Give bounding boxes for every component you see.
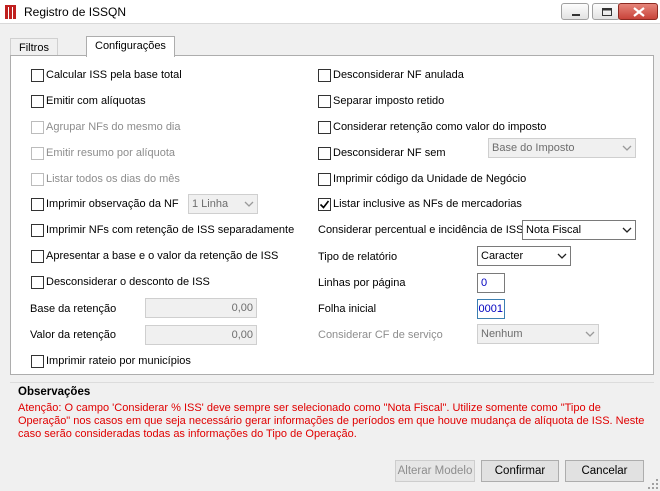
checkbox-label: Imprimir NFs com retenção de ISS separad… bbox=[46, 224, 295, 236]
tipo-relatorio-label: Tipo de relatório bbox=[318, 251, 398, 263]
imprimir-retencao-checkbox[interactable]: Imprimir NFs com retenção de ISS separad… bbox=[31, 222, 294, 238]
checkbox-box bbox=[31, 172, 44, 186]
desconsiderar-desconto-checkbox[interactable]: Desconsiderar o desconto de ISS bbox=[31, 274, 210, 290]
checkbox-label: Listar inclusive as NFs de mercadorias bbox=[333, 198, 522, 210]
checkbox-label: Separar imposto retido bbox=[333, 95, 445, 107]
checkbox-label: Emitir com alíquotas bbox=[46, 95, 146, 107]
cancelar-button[interactable]: Cancelar bbox=[565, 460, 644, 482]
linhas-pagina-field[interactable]: 0 bbox=[477, 273, 505, 293]
imprimir-obs-select[interactable]: 1 Linha bbox=[188, 194, 258, 214]
select-value: 1 Linha bbox=[192, 198, 229, 210]
chevron-down-icon bbox=[585, 331, 595, 337]
checkbox-label: Calcular ISS pela base total bbox=[46, 69, 182, 81]
considerar-retencao-checkbox[interactable]: Considerar retenção como valor do impost… bbox=[318, 119, 546, 135]
observacoes-warning-text: Atenção: O campo 'Considerar % ISS' deve… bbox=[18, 402, 645, 440]
checkbox-box bbox=[318, 197, 331, 211]
tab-configuracoes[interactable]: Configurações bbox=[86, 36, 175, 57]
checkbox-label: Listar todos os dias do mês bbox=[46, 173, 180, 185]
checkbox-box bbox=[318, 94, 331, 108]
checkbox-box bbox=[31, 275, 44, 289]
maximize-icon bbox=[602, 8, 612, 16]
observacoes-title: Observações bbox=[18, 386, 91, 398]
emitir-aliquotas-checkbox[interactable]: Emitir com alíquotas bbox=[31, 93, 146, 109]
maximize-button[interactable] bbox=[592, 3, 620, 20]
checkbox-box bbox=[31, 120, 44, 134]
checkmark-icon bbox=[319, 200, 330, 209]
chevron-down-icon bbox=[622, 145, 632, 151]
checkbox-label: Apresentar a base e o valor da retenção … bbox=[46, 250, 279, 262]
checkbox-label: Emitir resumo por alíquota bbox=[46, 147, 175, 159]
checkbox-box bbox=[31, 223, 44, 237]
desc-nf-sem-checkbox[interactable]: Desconsiderar NF sem bbox=[318, 145, 445, 161]
tab-filtros[interactable]: Filtros bbox=[10, 38, 58, 55]
checkbox-box bbox=[31, 249, 44, 263]
checkbox-box bbox=[318, 146, 331, 160]
checkbox-box bbox=[31, 146, 44, 160]
valor-retencao-label: Valor da retenção bbox=[30, 329, 117, 341]
select-value: Nota Fiscal bbox=[526, 224, 582, 236]
calc-base-total-checkbox[interactable]: Calcular ISS pela base total bbox=[31, 67, 182, 83]
considerar-percentual-label: Considerar percentual e incidência de IS… bbox=[318, 224, 524, 236]
base-retencao-field[interactable]: 0,00 bbox=[145, 298, 257, 318]
checkbox-label: Imprimir código da Unidade de Negócio bbox=[333, 173, 527, 185]
considerar-percentual-select[interactable]: Nota Fiscal bbox=[522, 220, 636, 240]
checkbox-box bbox=[318, 68, 331, 82]
considerar-cf-select[interactable]: Nenhum bbox=[477, 324, 599, 344]
select-value: Base do Imposto bbox=[492, 142, 575, 154]
tipo-relatorio-select[interactable]: Caracter bbox=[477, 246, 571, 266]
checkbox-box bbox=[31, 354, 44, 368]
close-button[interactable] bbox=[618, 3, 658, 20]
apresentar-base-checkbox[interactable]: Apresentar a base e o valor da retenção … bbox=[31, 248, 278, 264]
checkbox-box bbox=[318, 172, 331, 186]
agrupar-nfs-checkbox[interactable]: Agrupar NFs do mesmo dia bbox=[31, 119, 181, 135]
checkbox-label: Considerar retenção como valor do impost… bbox=[333, 121, 547, 133]
imprimir-rateio-checkbox[interactable]: Imprimir rateio por municípios bbox=[31, 353, 191, 369]
chevron-down-icon bbox=[557, 253, 567, 259]
valor-retencao-field[interactable]: 0,00 bbox=[145, 325, 257, 345]
confirmar-button[interactable]: Confirmar bbox=[481, 460, 559, 482]
app-icon bbox=[4, 4, 18, 20]
checkbox-label: Desconsiderar NF sem bbox=[333, 147, 446, 159]
considerar-cf-label: Considerar CF de serviço bbox=[318, 329, 443, 341]
select-value: Nenhum bbox=[481, 328, 523, 340]
imprimir-obs-checkbox[interactable]: Imprimir observação da NF bbox=[31, 196, 179, 212]
checkbox-box bbox=[318, 120, 331, 134]
checkbox-label: Desconsiderar o desconto de ISS bbox=[46, 276, 210, 288]
base-retencao-label: Base da retenção bbox=[30, 303, 117, 315]
desc-nf-anulada-checkbox[interactable]: Desconsiderar NF anulada bbox=[318, 67, 464, 83]
chevron-down-icon bbox=[622, 227, 632, 233]
separar-imposto-checkbox[interactable]: Separar imposto retido bbox=[318, 93, 444, 109]
checkbox-label: Imprimir rateio por municípios bbox=[46, 355, 191, 367]
minimize-button[interactable] bbox=[561, 3, 589, 20]
linhas-pagina-label: Linhas por página bbox=[318, 277, 406, 289]
minimize-icon bbox=[572, 14, 580, 16]
select-value: Caracter bbox=[481, 250, 524, 262]
checkbox-box bbox=[31, 94, 44, 108]
checkbox-label: Desconsiderar NF anulada bbox=[333, 69, 464, 81]
alterar-modelo-button[interactable]: Alterar Modelo bbox=[395, 460, 475, 482]
checkbox-label: Agrupar NFs do mesmo dia bbox=[46, 121, 181, 133]
resize-grip-icon[interactable] bbox=[648, 479, 658, 489]
folha-inicial-label: Folha inicial bbox=[318, 303, 377, 315]
checkbox-box bbox=[31, 197, 44, 211]
close-icon bbox=[633, 7, 645, 17]
chevron-down-icon bbox=[244, 201, 254, 207]
imprimir-codigo-checkbox[interactable]: Imprimir código da Unidade de Negócio bbox=[318, 171, 526, 187]
listar-dias-checkbox[interactable]: Listar todos os dias do mês bbox=[31, 171, 180, 187]
listar-mercadorias-checkbox[interactable]: Listar inclusive as NFs de mercadorias bbox=[318, 196, 522, 212]
desc-nf-sem-select[interactable]: Base do Imposto bbox=[488, 138, 636, 158]
window-title: Registro de ISSQN bbox=[24, 5, 127, 19]
title-bar: Registro de ISSQN bbox=[0, 0, 660, 24]
emitir-resumo-checkbox[interactable]: Emitir resumo por alíquota bbox=[31, 145, 175, 161]
checkbox-label: Imprimir observação da NF bbox=[46, 198, 179, 210]
checkbox-box bbox=[31, 68, 44, 82]
folha-inicial-field[interactable]: 0001 bbox=[477, 299, 505, 319]
